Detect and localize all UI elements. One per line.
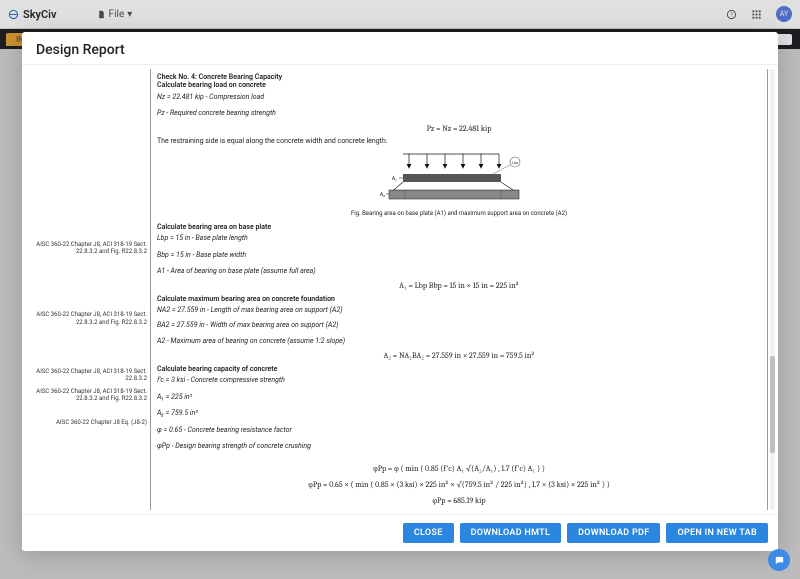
var-line: A2 - Maximum area of bearing on concrete…: [157, 337, 345, 345]
equation: φPp = 0.65 × ( min ( 0.85 × (3 ksi) × 22…: [157, 480, 761, 490]
ref-text: AISC 360-22 Chapter J8, ACI 318-19 Sect.…: [29, 368, 147, 382]
note: The restraining side is equal along the …: [157, 137, 761, 145]
svg-text:A₁: A₁: [392, 176, 397, 182]
var-line: f'c = 3 ksi - Concrete compressive stren…: [157, 376, 285, 384]
main-column: Check No. 4: Concrete Bearing Capacity C…: [151, 69, 768, 510]
var-line: Pz - Required concrete bearing strength: [157, 109, 276, 117]
modal-body: AISC 360-22 Chapter J8, ACI 318-19 Sect.…: [22, 64, 778, 515]
ref-text: AISC 360-22 Chapter J8, ACI 318-19 Sect.…: [29, 388, 147, 402]
chat-icon: [774, 555, 785, 566]
equation: φPp = 685.19 kip: [157, 496, 761, 506]
var-line: BA2 = 27.559 in - Width of max bearing a…: [157, 321, 339, 329]
scroll-thumb[interactable]: [770, 356, 775, 453]
var-line: A₁ = 225 in²: [157, 393, 192, 401]
var-line: A1 - Area of bearing on base plate (assu…: [157, 267, 316, 275]
section-heading: Calculate maximum bearing area on concre…: [157, 295, 761, 303]
var-line: φ = 0.65 - Concrete bearing resistance f…: [157, 426, 292, 434]
var-line: φPp - Design bearing strength of concret…: [157, 442, 311, 450]
modal-title: Design Report: [22, 32, 778, 64]
bearing-area-figure: Lbp A₁: [157, 152, 761, 206]
equation: φPp = φ ( min ( 0.85 (f'c) A₁ √(A₂/A₁) ,…: [157, 464, 761, 474]
svg-text:Lbp: Lbp: [512, 160, 518, 165]
check-title: Check No. 4: Concrete Bearing Capacity: [157, 73, 761, 81]
open-new-tab-button[interactable]: OPEN IN NEW TAB: [666, 523, 768, 543]
chat-button[interactable]: [768, 549, 790, 571]
reference-column: AISC 360-22 Chapter J8, ACI 318-19 Sect.…: [28, 69, 151, 510]
ref-text: AISC 360-22 Chapter J8, ACI 318-19 Sect.…: [29, 311, 147, 325]
download-pdf-button[interactable]: DOWNLOAD PDF: [567, 523, 660, 543]
ref-text: AISC 360-22 Chapter J8, ACI 318-19 Sect.…: [29, 241, 147, 255]
var-line: Nz = 22.481 kip - Compression load: [157, 93, 264, 101]
ref-text: AISC 360-22 Chapter J8 Eq. (J8-2): [29, 419, 147, 426]
section-heading: Calculate bearing capacity of concrete: [157, 365, 761, 373]
download-html-button[interactable]: DOWNLOAD HMTL: [460, 523, 562, 543]
section-heading: Calculate bearing area on base plate: [157, 223, 761, 231]
scrollbar[interactable]: [770, 69, 775, 510]
report-page: AISC 360-22 Chapter J8, ACI 318-19 Sect.…: [28, 69, 768, 510]
equation: A₂ = NA₂BA₂ = 27.559 in × 27.559 in = 75…: [157, 351, 761, 361]
equation: Pz = Nz = 22.481 kip: [157, 124, 761, 134]
modal-footer: CLOSE DOWNLOAD HMTL DOWNLOAD PDF OPEN IN…: [22, 515, 778, 551]
design-report-modal: Design Report AISC 360-22 Chapter J8, AC…: [22, 32, 778, 551]
figure-caption: Fig. Bearing area on base plate (A1) and…: [157, 210, 761, 217]
var-line: NA2 = 27.559 in - Length of max bearing …: [157, 306, 343, 314]
equation: A₁ = Lbp Bbp = 15 in × 15 in = 225 in²: [157, 281, 761, 291]
var-line: Bbp = 15 in - Base plate width: [157, 251, 246, 259]
var-line: A₂ = 759.5 in²: [157, 409, 198, 417]
close-button[interactable]: CLOSE: [403, 523, 454, 543]
section-heading: Calculate bearing load on concrete: [157, 81, 761, 89]
var-line: Lbp = 15 in - Base plate length: [157, 234, 248, 242]
svg-text:A₂: A₂: [380, 192, 385, 198]
